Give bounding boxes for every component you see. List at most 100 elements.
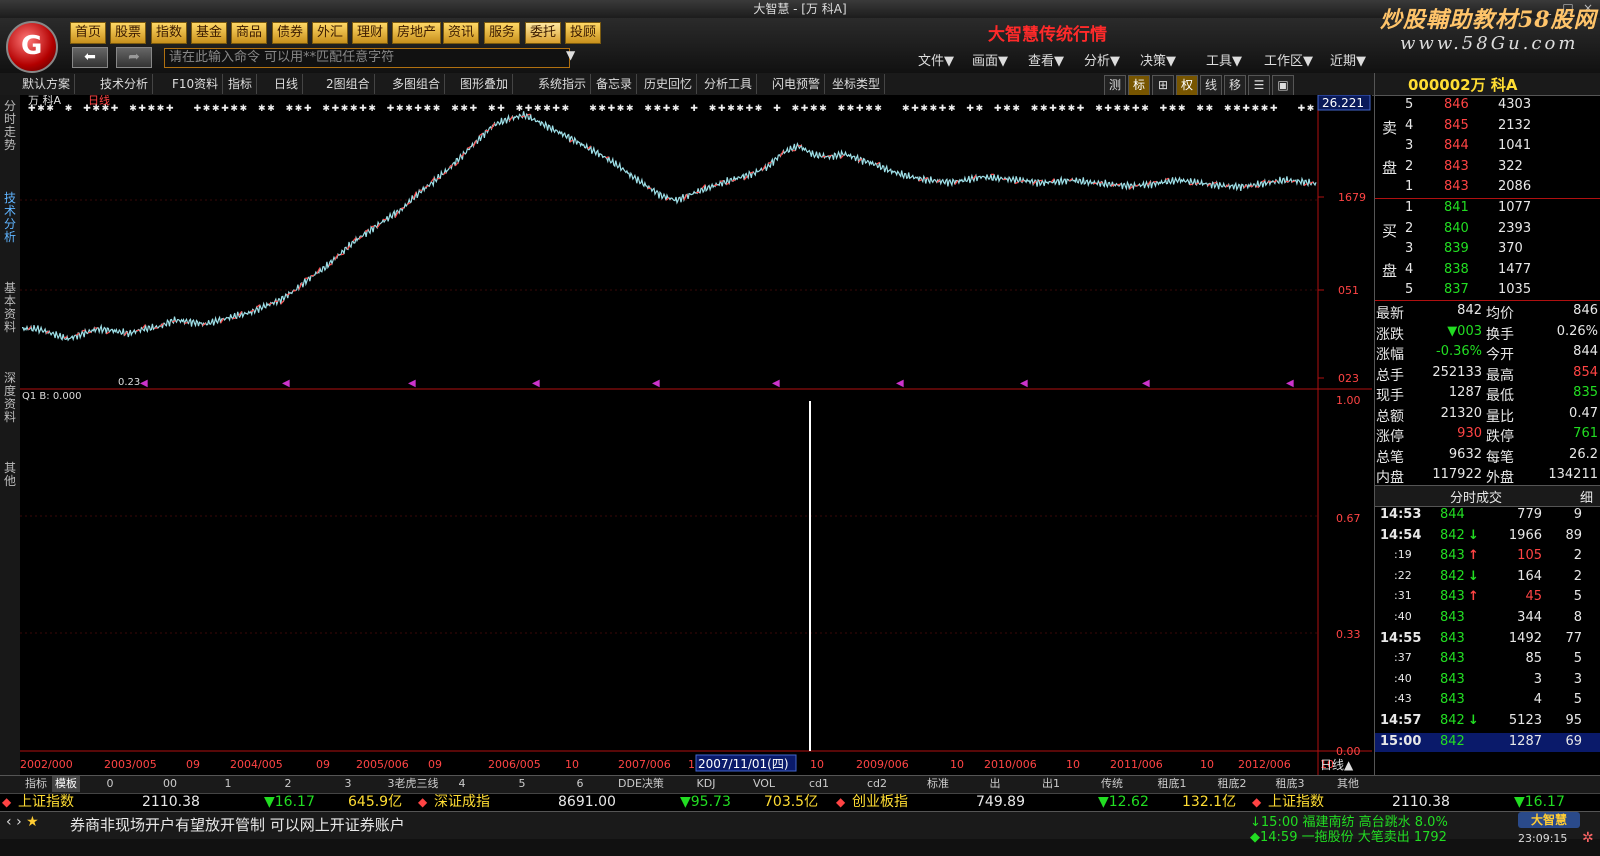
toolbar-item-11[interactable]: 分析工具 xyxy=(700,74,758,94)
info-mark[interactable]: ✱ xyxy=(865,104,873,114)
toolbar-right-button-5[interactable]: 移 xyxy=(1224,75,1246,96)
menu-item-1[interactable]: 画面▼ xyxy=(972,50,1008,69)
ticker-name-1[interactable]: 深证成指 xyxy=(434,793,490,811)
menu-item-5[interactable]: 工具▼ xyxy=(1206,50,1242,69)
info-mark[interactable]: ✱ xyxy=(792,104,800,114)
info-mark[interactable]: ✱ xyxy=(157,104,165,114)
info-mark[interactable]: ✚ xyxy=(690,104,698,114)
info-mark[interactable]: ✱ xyxy=(350,104,358,114)
toolbar-item-9[interactable]: 备忘录 xyxy=(592,74,638,94)
info-mark[interactable]: ✱ xyxy=(727,104,735,114)
info-mark[interactable]: ✚ xyxy=(1270,104,1278,114)
kline-chart[interactable]: 万 科A 日线 Q1 B: 0.000 0.23 ✚ ✱ ✱ ✱ ✚ ✱ ✱ ✚ ✱ ✚ ✱ ✱ ✚ ✚ ✱… xyxy=(20,95,1372,775)
indicator-tab-15[interactable]: cd2 xyxy=(862,776,892,792)
prev-icon[interactable]: ‹ xyxy=(6,814,12,830)
toolbar-right-button-7[interactable]: ▣ xyxy=(1272,75,1294,96)
info-mark[interactable]: ✱ xyxy=(258,104,266,114)
info-mark[interactable]: ✱ xyxy=(654,104,662,114)
info-mark[interactable]: ✚ xyxy=(718,104,726,114)
info-mark[interactable]: ✱ xyxy=(1058,104,1066,114)
indicator-tab-13[interactable]: VOL xyxy=(746,776,782,792)
toolbar-right-button-1[interactable]: 标 xyxy=(1128,75,1150,96)
toolbar-right-button-2[interactable]: ⊞ xyxy=(1152,75,1174,96)
indicator-tab-7[interactable]: 3老虎三线 xyxy=(378,776,448,792)
toolbar-item-13[interactable]: 坐标类型 xyxy=(828,74,886,94)
forward-arrow-icon[interactable]: ➦ xyxy=(116,47,152,68)
indicator-tab-8[interactable]: 4 xyxy=(454,776,470,792)
info-mark[interactable]: ✱ xyxy=(930,104,938,114)
info-mark[interactable]: ✱ xyxy=(405,104,413,114)
info-mark[interactable]: ✱ xyxy=(451,104,459,114)
info-mark[interactable]: ✱ xyxy=(920,104,928,114)
info-mark[interactable]: ✱ xyxy=(1169,104,1177,114)
info-mark[interactable]: ✚ xyxy=(332,104,340,114)
nav-button-7[interactable]: 理财 xyxy=(352,22,389,44)
event-marker-5[interactable]: ◀ xyxy=(772,378,780,389)
nav-button-0[interactable]: 首页 xyxy=(70,22,107,44)
left-tab-4[interactable]: 其他 xyxy=(2,462,18,488)
indicator-tab-2[interactable]: 0 xyxy=(102,776,118,792)
toolbar-item-1[interactable]: 技术分析 xyxy=(96,74,154,94)
info-mark[interactable]: ✚ xyxy=(138,104,146,114)
info-mark[interactable]: ✱ xyxy=(65,104,73,114)
info-mark[interactable]: ✱ xyxy=(736,104,744,114)
info-mark[interactable]: ✱ xyxy=(1123,104,1131,114)
info-mark[interactable]: ✚ xyxy=(1077,104,1085,114)
next-icon[interactable]: › xyxy=(16,814,22,830)
info-mark[interactable]: ✱ xyxy=(810,104,818,114)
info-mark[interactable]: ✱ xyxy=(240,104,248,114)
toolbar-item-4[interactable]: 日线 xyxy=(270,74,304,94)
menu-item-3[interactable]: 分析▼ xyxy=(1084,50,1120,69)
info-mark[interactable]: ✚ xyxy=(359,104,367,114)
indicator-tab-18[interactable]: 出1 xyxy=(1036,776,1066,792)
info-mark[interactable]: ✚ xyxy=(663,104,671,114)
info-mark[interactable]: ✱ xyxy=(1012,104,1020,114)
indicator-tab-17[interactable]: 出 xyxy=(980,776,1010,792)
info-mark[interactable]: ✱ xyxy=(1141,104,1149,114)
info-mark[interactable]: ✱ xyxy=(37,104,45,114)
toolbar-item-0[interactable]: 默认方案 xyxy=(18,74,76,94)
indicator-tab-5[interactable]: 2 xyxy=(280,776,296,792)
info-mark[interactable]: ✱ xyxy=(203,104,211,114)
menu-item-2[interactable]: 查看▼ xyxy=(1028,50,1064,69)
event-marker-6[interactable]: ◀ xyxy=(896,378,904,389)
info-mark[interactable]: ✱ xyxy=(626,104,634,114)
info-mark[interactable]: ✱ xyxy=(534,104,542,114)
info-mark[interactable]: ✱ xyxy=(1206,104,1214,114)
toolbar-item-5[interactable]: 2图组合 xyxy=(322,74,375,94)
indicator-tab-11[interactable]: DDE决策 xyxy=(616,776,666,792)
indicator-tab-22[interactable]: 租底3 xyxy=(1268,776,1312,792)
info-mark[interactable]: ✚ xyxy=(194,104,202,114)
gear-icon[interactable]: ✲ xyxy=(1582,830,1594,846)
info-mark[interactable]: ✱ xyxy=(267,104,275,114)
nav-button-2[interactable]: 指数 xyxy=(151,22,188,44)
info-mark[interactable]: ✚ xyxy=(911,104,919,114)
back-arrow-icon[interactable]: ⬅ xyxy=(72,47,108,68)
info-mark[interactable]: ✱ xyxy=(1031,104,1039,114)
info-mark[interactable]: ✱ xyxy=(562,104,570,114)
nav-button-8[interactable]: 房地产 xyxy=(392,22,442,44)
info-mark[interactable]: ✚ xyxy=(83,104,91,114)
info-mark[interactable]: ✱ xyxy=(1095,104,1103,114)
info-mark[interactable]: ✱ xyxy=(1178,104,1186,114)
nav-button-11[interactable]: 委托 xyxy=(525,22,562,44)
info-mark[interactable]: ✚ xyxy=(1049,104,1057,114)
info-mark[interactable]: ✱ xyxy=(1196,104,1204,114)
info-mark[interactable]: ✱ xyxy=(424,104,432,114)
indicator-tab-1[interactable]: 模板 xyxy=(52,776,80,792)
event-marker-0[interactable]: ◀ xyxy=(140,378,148,389)
info-mark[interactable]: ✱ xyxy=(230,104,238,114)
info-mark[interactable]: ✱ xyxy=(488,104,496,114)
info-mark[interactable]: ✱ xyxy=(460,104,468,114)
command-dropdown-icon[interactable]: ▼ xyxy=(566,48,575,62)
event-marker-1[interactable]: ◀ xyxy=(282,378,290,389)
info-mark[interactable]: ✚ xyxy=(966,104,974,114)
info-mark[interactable]: ✱ xyxy=(819,104,827,114)
info-mark[interactable]: ✱ xyxy=(46,104,54,114)
info-mark[interactable]: ✱ xyxy=(433,104,441,114)
indicator-tab-9[interactable]: 5 xyxy=(514,776,530,792)
info-mark[interactable]: ✱ xyxy=(1252,104,1260,114)
info-mark[interactable]: ✱ xyxy=(212,104,220,114)
info-mark[interactable]: ✚ xyxy=(470,104,478,114)
info-mark[interactable]: ✱ xyxy=(286,104,294,114)
